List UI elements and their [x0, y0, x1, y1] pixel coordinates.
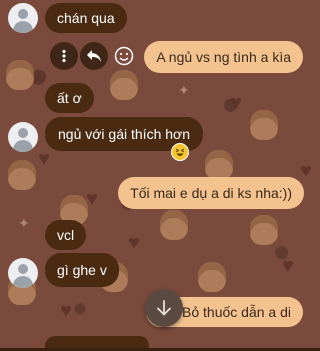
grinning-squint-face-icon: [175, 148, 185, 156]
star-decoration: ✦: [178, 82, 190, 98]
more-options-button[interactable]: [50, 42, 78, 70]
avatar[interactable]: [8, 122, 38, 152]
avatar-placeholder-icon: [18, 264, 28, 274]
react-button[interactable]: [110, 42, 138, 70]
chat-thread: ♥ ♥ ♥ ♥ ♥ ♥ ♥ ✦ ✦ ✦ ✦ chán qua: [0, 0, 320, 351]
avatar[interactable]: [8, 3, 38, 33]
message-bubble-outgoing[interactable]: A ngủ vs ng tình a kìa: [144, 41, 303, 73]
acorn-decoration: [110, 70, 138, 100]
reply-button[interactable]: [80, 42, 108, 70]
heart-decoration: ♥: [300, 160, 312, 182]
heart-decoration: ♥: [86, 188, 98, 210]
heart-decoration: ♥: [230, 92, 242, 114]
acorn-decoration: [160, 210, 188, 240]
acorn-decoration: [205, 150, 233, 180]
avatar-placeholder-icon: [18, 128, 28, 138]
message-bubble-incoming[interactable]: ất ơ: [45, 83, 94, 113]
heart-decoration: ♥: [38, 148, 50, 170]
heart-decoration: ♥: [60, 300, 72, 322]
message-bubble-incoming[interactable]: vcl: [45, 220, 87, 250]
star-decoration: ✦: [18, 215, 30, 231]
avatar-placeholder-icon: [18, 9, 28, 19]
scroll-to-bottom-button[interactable]: [145, 289, 183, 327]
acorn-decoration: [250, 110, 278, 140]
message-bubble-incoming[interactable]: gì ghe v: [45, 253, 119, 287]
acorn-decoration: [8, 160, 36, 190]
reaction-badge[interactable]: [171, 143, 189, 161]
more-options-icon: [62, 49, 66, 63]
acorn-decoration: [198, 262, 226, 292]
acorn-decoration: [250, 215, 278, 245]
heart-decoration: ♥: [128, 232, 140, 254]
arrow-down-icon: [157, 300, 171, 316]
heart-decoration: ♥: [282, 255, 294, 277]
message-bubble-outgoing[interactable]: Tối mai e dụ a di ks nha:)): [118, 177, 304, 209]
message-bubble-incoming[interactable]: chán qua: [45, 3, 127, 33]
reply-icon: [87, 50, 101, 62]
react-icon: [114, 46, 134, 66]
acorn-decoration: [6, 60, 34, 90]
avatar[interactable]: [8, 258, 38, 288]
